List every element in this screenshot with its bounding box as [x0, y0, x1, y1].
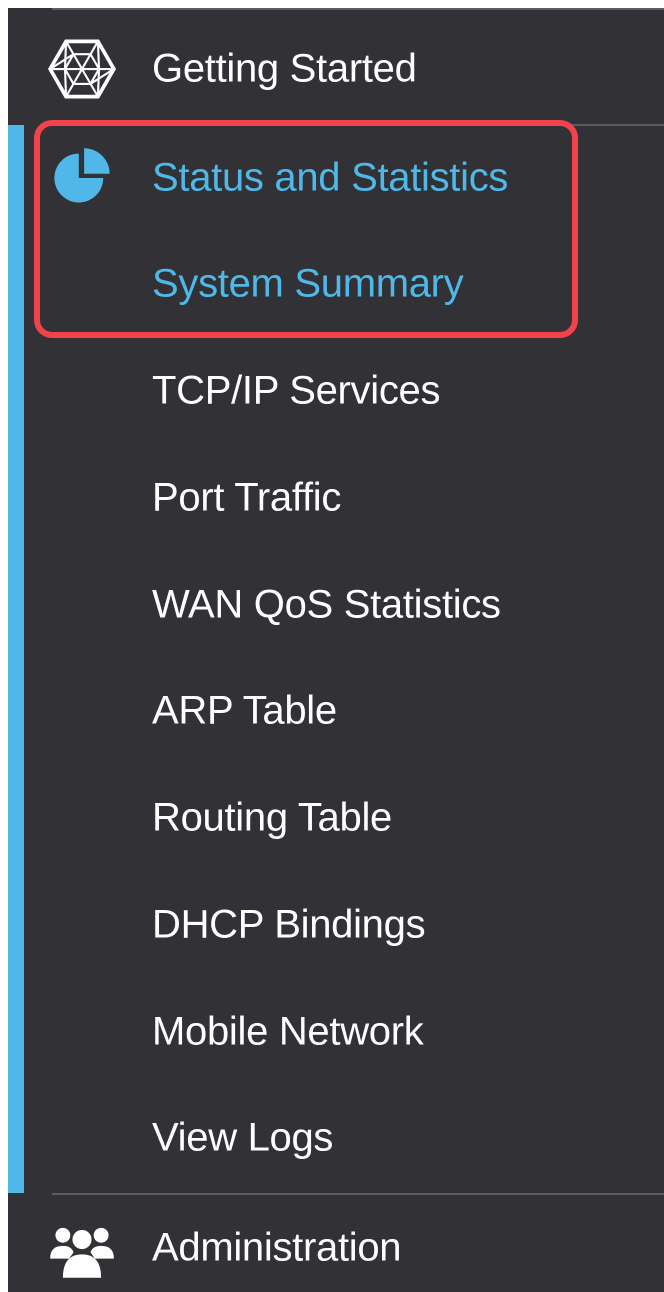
getting-started-icon	[48, 39, 116, 99]
sub-item-label: Port Traffic	[152, 475, 342, 520]
sub-item-system-summary[interactable]: System Summary	[8, 231, 664, 337]
sub-item-mobile-network[interactable]: Mobile Network	[8, 979, 664, 1085]
nav-item-getting-started-label: Getting Started	[152, 46, 417, 91]
sub-item-port-traffic[interactable]: Port Traffic	[8, 445, 664, 551]
sub-item-label: TCP/IP Services	[152, 368, 441, 413]
sub-item-routing-table[interactable]: Routing Table	[8, 765, 664, 871]
sub-item-view-logs[interactable]: View Logs	[8, 1085, 664, 1191]
sub-item-dhcp-bindings[interactable]: DHCP Bindings	[8, 872, 664, 978]
top-divider	[52, 8, 664, 10]
sub-item-tcp-ip-services[interactable]: TCP/IP Services	[8, 338, 664, 444]
nav-item-administration-label: Administration	[152, 1225, 402, 1270]
sub-item-label: View Logs	[152, 1115, 334, 1160]
sub-item-label: ARP Table	[152, 688, 337, 733]
sub-item-label: DHCP Bindings	[152, 902, 426, 947]
nav-item-administration[interactable]: Administration	[8, 1195, 664, 1292]
users-icon	[50, 1227, 114, 1278]
sub-item-label: WAN QoS Statistics	[152, 582, 501, 627]
nav-item-status-and-statistics-label: Status and Statistics	[152, 155, 509, 200]
nav-item-status-and-statistics[interactable]: Status and Statistics	[8, 125, 664, 231]
sub-item-wan-qos-statistics[interactable]: WAN QoS Statistics	[8, 552, 664, 658]
sidebar-nav: Getting Started Status and Statistics Sy…	[8, 8, 664, 1292]
sub-item-arp-table[interactable]: ARP Table	[8, 658, 664, 764]
sub-item-label: System Summary	[152, 261, 464, 306]
pie-chart-icon	[54, 148, 110, 203]
nav-item-getting-started[interactable]: Getting Started	[8, 16, 664, 122]
sub-item-label: Routing Table	[152, 795, 392, 840]
sub-item-label: Mobile Network	[152, 1009, 424, 1054]
